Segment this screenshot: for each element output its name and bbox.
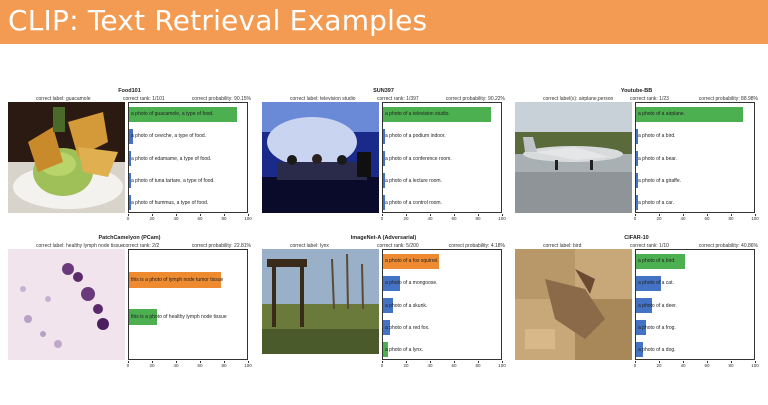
axis-tick-label: 0: [633, 363, 637, 368]
axis-tick-label: 0: [380, 363, 384, 368]
probability-plot: a photo of a airplane. a photo of a bird.…: [635, 102, 755, 213]
axis-tick-label: 40: [680, 363, 686, 368]
axis-tick-label: 40: [427, 363, 433, 368]
bar-label: a photo of a bird.: [638, 258, 676, 265]
axis-tick-label: 20: [403, 363, 409, 368]
bar-label: a photo of a lynx.: [385, 346, 424, 353]
lynx-adversarial-image: [262, 249, 379, 360]
axis-tick-label: 60: [704, 363, 710, 368]
axis-tick-label: 60: [451, 363, 457, 368]
bar-label: a photo of a podium indoor.: [385, 133, 446, 140]
bar-label: a photo of a cat.: [638, 280, 674, 287]
guacamole-image: [8, 102, 125, 213]
panel-youtube-bb: Youtube-BB correct label(s): airplane,pe…: [515, 88, 759, 228]
bird-cifar-image: [515, 249, 632, 360]
axis-tick-label: 80: [728, 216, 734, 221]
panel-imagenet-a: ImageNet-A (Adversarial) correct label: …: [262, 235, 506, 375]
bar-label: a photo of a conference room.: [385, 155, 452, 162]
bar-label: a photo of a fox squirrel.: [385, 258, 439, 265]
television-studio-image: [262, 102, 379, 213]
bar-label: a photo of a mongoose.: [385, 280, 438, 287]
airplane-image: [515, 102, 632, 213]
axis-tick-label: 20: [656, 363, 662, 368]
axis-tick-label: 60: [704, 216, 710, 221]
bar-label: a photo of a deer.: [638, 302, 677, 309]
panel-title: CIFAR-10: [624, 235, 649, 241]
bar-label: this is a photo of lymph node tumor tiss…: [131, 276, 224, 283]
axis-tick-label: 80: [728, 363, 734, 368]
probability-plot: a photo of guacamole, a type of food. a p…: [128, 102, 248, 213]
axis-tick-label: 0: [126, 216, 130, 221]
bar-label: a photo of ceviche, a type of food.: [131, 133, 207, 140]
axis-tick-label: 100: [244, 216, 252, 221]
x-axis-ticks: 0 20 40 60 80 100: [380, 214, 506, 224]
probability-plot: a photo of a television studio. a photo o…: [382, 102, 502, 213]
x-axis-ticks: 0 20 40 60 80 100: [126, 214, 252, 224]
axis-tick-label: 40: [173, 216, 179, 221]
bar-label: a photo of hummus, a type of food.: [131, 199, 209, 206]
lymph-tissue-image: [8, 249, 125, 360]
bar-label: a photo of a car.: [638, 199, 674, 206]
panel-title: SUN397: [373, 88, 394, 94]
bar-label: a photo of a dog.: [638, 346, 676, 353]
axis-tick-label: 100: [244, 363, 252, 368]
bar-label: a photo of a airplane.: [638, 111, 685, 118]
axis-tick-label: 80: [221, 363, 227, 368]
axis-tick-label: 20: [403, 216, 409, 221]
bar-label: this is a photo of healthy lymph node ti…: [131, 313, 227, 320]
bar-label: a photo of tuna tartare, a type of food.: [131, 177, 215, 184]
axis-tick-label: 60: [197, 363, 203, 368]
axis-tick-label: 0: [633, 216, 637, 221]
panel-title: ImageNet-A (Adversarial): [350, 235, 417, 241]
axis-tick-label: 0: [380, 216, 384, 221]
axis-tick-label: 80: [475, 216, 481, 221]
probability-plot: a photo of a fox squirrel. a photo of a m…: [382, 249, 502, 360]
axis-tick-label: 80: [475, 363, 481, 368]
probability-plot: a photo of a bird. a photo of a cat. a pho…: [635, 249, 755, 360]
bar-label: a photo of guacamole, a type of food.: [131, 111, 214, 118]
axis-tick-label: 20: [656, 216, 662, 221]
panel-title: Food101: [118, 88, 141, 94]
axis-tick-label: 0: [126, 363, 130, 368]
probability-plot: this is a photo of lymph node tumor tiss…: [128, 249, 248, 360]
axis-tick-label: 60: [451, 216, 457, 221]
bar-label: a photo of a television studio.: [385, 111, 450, 118]
axis-tick-label: 40: [427, 216, 433, 221]
axis-tick-label: 40: [680, 216, 686, 221]
bar-label: a photo of a red fox.: [385, 324, 430, 331]
x-axis-ticks: 0 20 40 60 80 100: [633, 361, 759, 371]
bar-label: a photo of a bear.: [638, 155, 677, 162]
x-axis-ticks: 0 20 40 60 80 100: [126, 361, 252, 371]
axis-tick-label: 100: [498, 216, 506, 221]
panel-title: PatchCamelyon (PCam): [98, 235, 161, 241]
panel-food101: Food101 correct label: guacamole correct…: [8, 88, 252, 228]
axis-tick-label: 100: [751, 363, 759, 368]
bar-label: a photo of a control room.: [385, 199, 442, 206]
bar-label: a photo of edamame, a type of food.: [131, 155, 212, 162]
panel-title: Youtube-BB: [620, 88, 653, 94]
axis-tick-label: 20: [149, 363, 155, 368]
bar-label: a photo of a bird.: [638, 133, 676, 140]
bar-label: a photo of a frog.: [638, 324, 676, 331]
panel-patchcamelyon: PatchCamelyon (PCam) correct label: heal…: [8, 235, 252, 375]
axis-tick-label: 20: [149, 216, 155, 221]
axis-tick-label: 60: [197, 216, 203, 221]
panel-sun397: SUN397 correct label: television studio …: [262, 88, 506, 228]
slide-title: CLIP: Text Retrieval Examples: [8, 4, 428, 37]
axis-tick-label: 100: [498, 363, 506, 368]
bar-label: a photo of a skunk.: [385, 302, 428, 309]
axis-tick-label: 40: [173, 363, 179, 368]
title-banner: CLIP: Text Retrieval Examples: [0, 0, 768, 44]
bar-label: a photo of a lecture room.: [385, 177, 442, 184]
bar-label: a photo of a giraffe.: [638, 177, 681, 184]
x-axis-ticks: 0 20 40 60 80 100: [633, 214, 759, 224]
x-axis-ticks: 0 20 40 60 80 100: [380, 361, 506, 371]
axis-tick-label: 80: [221, 216, 227, 221]
panel-cifar-10: CIFAR-10 correct label: bird correct ran…: [515, 235, 759, 375]
axis-tick-label: 100: [751, 216, 759, 221]
